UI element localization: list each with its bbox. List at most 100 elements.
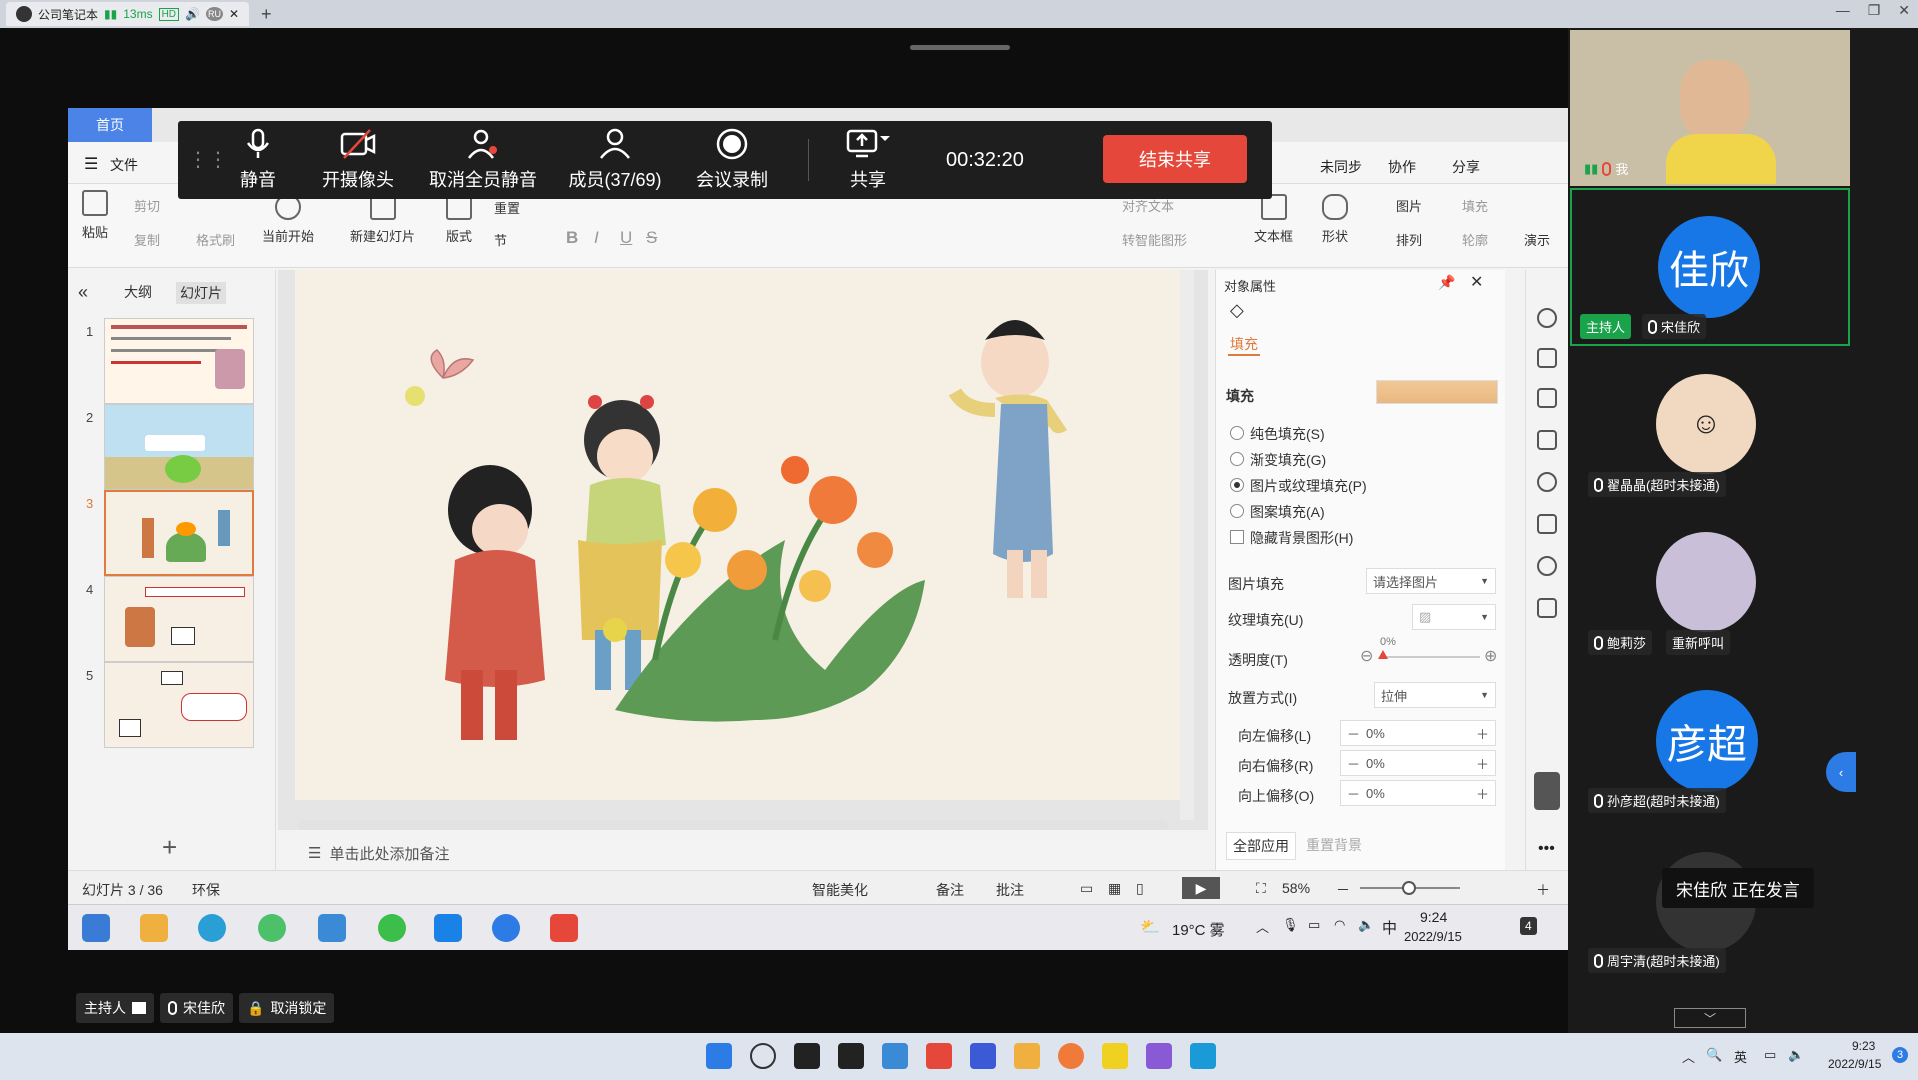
sync-status[interactable]: 未同步 xyxy=(1320,157,1362,177)
tab-home[interactable]: 首页 xyxy=(68,108,152,142)
mute-button[interactable]: 静音 xyxy=(218,121,298,199)
participant-tile[interactable]: ☺ 翟晶晶(超时未接通) xyxy=(1570,348,1850,504)
grid-view-icon[interactable]: ▦ xyxy=(1108,880,1121,897)
picture-fill-dropdown[interactable]: 请选择图片 ▼ xyxy=(1366,568,1496,594)
unmute-all-button[interactable]: 取消全员静音 xyxy=(418,121,548,199)
format-painter-button[interactable]: 格式刷 xyxy=(196,230,235,249)
end-share-button[interactable]: 结束共享 xyxy=(1103,135,1247,183)
plus-icon[interactable]: ＋ xyxy=(1476,724,1489,743)
edge-icon[interactable] xyxy=(198,914,226,942)
mail-icon[interactable] xyxy=(318,914,346,942)
add-slide-button[interactable]: + xyxy=(162,832,177,863)
record-button[interactable]: 会议录制 xyxy=(682,121,782,199)
zoom-out-icon[interactable]: － xyxy=(1336,880,1350,900)
picture-button[interactable]: 图片 xyxy=(1396,196,1422,215)
scroll-down-icon[interactable]: ﹀ xyxy=(1674,1008,1746,1028)
windows-start-icon[interactable] xyxy=(706,1043,732,1069)
meeting-app-icon[interactable] xyxy=(434,914,462,942)
section-button[interactable]: 节 xyxy=(494,230,507,249)
shapes-button[interactable]: 形状 xyxy=(1322,194,1348,245)
radio-solid-fill[interactable] xyxy=(1230,426,1244,440)
radio-picture-fill[interactable] xyxy=(1230,478,1244,492)
collab-button[interactable]: 协作 xyxy=(1388,157,1416,177)
horizontal-scrollbar[interactable] xyxy=(298,820,1168,830)
camera-button[interactable]: 开摄像头 xyxy=(308,121,408,199)
slide-thumb-2[interactable] xyxy=(104,404,254,490)
plus-icon[interactable]: ＋ xyxy=(1476,754,1489,773)
zoom-in-icon[interactable]: ＋ xyxy=(1536,880,1550,900)
radio-pattern-fill[interactable] xyxy=(1230,504,1244,518)
file-explorer-icon[interactable] xyxy=(140,914,168,942)
wifi-icon[interactable]: ◠ xyxy=(1334,917,1345,933)
recall-button[interactable]: 重新呼叫 xyxy=(1666,630,1731,655)
tray-chevron-icon[interactable]: ︿ xyxy=(1682,1047,1695,1066)
tencent-meeting-icon[interactable] xyxy=(492,914,520,942)
tab-fill[interactable]: 填充 xyxy=(1230,334,1258,354)
normal-view-icon[interactable]: ▭ xyxy=(1080,880,1093,897)
ime-indicator[interactable]: 英 xyxy=(1734,1047,1747,1066)
unlock-button[interactable]: 🔒 取消锁定 xyxy=(239,993,335,1023)
speaker-icon[interactable]: 🔊 xyxy=(185,7,200,21)
restore-icon[interactable]: ❐ xyxy=(1868,2,1881,19)
start-icon[interactable] xyxy=(82,914,110,942)
zoom-thumb[interactable] xyxy=(1402,881,1416,895)
minus-icon[interactable]: － xyxy=(1347,724,1360,743)
bold-button[interactable]: B xyxy=(566,228,578,248)
transparency-slider[interactable] xyxy=(1380,656,1480,658)
transparency-thumb[interactable] xyxy=(1378,650,1388,659)
fill-tab-icon[interactable]: ◇ xyxy=(1230,300,1244,321)
drag-handle[interactable] xyxy=(910,45,1010,50)
texture-fill-dropdown[interactable]: ▨ ▼ xyxy=(1412,604,1496,630)
beautify-button[interactable]: 智能美化 xyxy=(812,880,868,900)
layout-button[interactable]: 版式 xyxy=(446,194,472,245)
animation-icon[interactable] xyxy=(1537,308,1557,328)
volume-icon[interactable]: 🔈 xyxy=(1358,917,1374,933)
star-icon[interactable] xyxy=(1537,388,1557,408)
share-doc-button[interactable]: 分享 xyxy=(1452,157,1480,177)
outline-button[interactable]: 轮廓 xyxy=(1462,230,1488,249)
slides-icon[interactable] xyxy=(1537,430,1557,450)
minimize-icon[interactable]: — xyxy=(1836,2,1850,19)
collapse-panel-icon[interactable]: « xyxy=(78,282,88,303)
picture-icon[interactable] xyxy=(1537,514,1557,534)
close-icon[interactable]: ✕ xyxy=(1898,2,1910,19)
participant-tile-host[interactable]: 佳欣 主持人 宋佳欣 xyxy=(1570,188,1850,346)
fill-color-swatch[interactable] xyxy=(1376,380,1498,404)
firefox-icon[interactable] xyxy=(1058,1043,1084,1069)
notes-button[interactable]: 备注 xyxy=(936,880,964,900)
wechat-icon[interactable] xyxy=(258,914,286,942)
terminal-icon[interactable] xyxy=(794,1043,820,1069)
menu-icon[interactable]: ☰ xyxy=(84,154,98,174)
remote-desktop-icon[interactable] xyxy=(1190,1043,1216,1069)
save-icon[interactable] xyxy=(970,1043,996,1069)
help-icon[interactable] xyxy=(1537,472,1557,492)
box-icon[interactable] xyxy=(1537,598,1557,618)
decrease-icon[interactable]: ⊖ xyxy=(1360,646,1373,666)
play-slideshow-button[interactable]: ▶ xyxy=(1182,877,1220,899)
strike-button[interactable]: S xyxy=(646,228,657,248)
smart-shape-button[interactable]: 转智能图形 xyxy=(1122,230,1187,249)
present-button[interactable]: 演示 xyxy=(1524,230,1550,249)
underline-button[interactable]: U xyxy=(620,228,632,248)
participant-tile[interactable]: 彦超 孙彦超(超时未接通) xyxy=(1570,664,1850,820)
reset-bg-button[interactable]: 重置背景 xyxy=(1300,832,1368,858)
vertical-scrollbar[interactable] xyxy=(1180,270,1194,820)
paste-button[interactable]: 粘贴 xyxy=(82,190,108,241)
office-icon[interactable] xyxy=(926,1043,952,1069)
placement-dropdown[interactable]: 拉伸 ▼ xyxy=(1374,682,1496,708)
notion-icon[interactable] xyxy=(838,1043,864,1069)
search-tray-icon[interactable]: 🔍 xyxy=(1706,1047,1722,1063)
close-tab-icon[interactable]: ✕ xyxy=(229,7,239,21)
display-icon[interactable]: ▭ xyxy=(1764,1047,1776,1063)
new-slide-button[interactable]: 新建幻灯片 xyxy=(350,194,415,245)
ime-indicator[interactable]: 中 xyxy=(1382,917,1397,938)
participant-tile[interactable]: 鲍莉莎 重新呼叫 xyxy=(1570,506,1850,662)
apply-all-button[interactable]: 全部应用 xyxy=(1226,832,1296,860)
battery-icon[interactable]: ▭ xyxy=(1308,917,1320,933)
slide-canvas[interactable] xyxy=(295,270,1180,800)
offset-left-stepper[interactable]: － 0% ＋ xyxy=(1340,720,1496,746)
plus-icon[interactable]: ＋ xyxy=(1476,784,1489,803)
reset-button[interactable]: 重置 xyxy=(494,198,520,217)
radio-gradient-fill[interactable] xyxy=(1230,452,1244,466)
italic-button[interactable]: I xyxy=(594,228,599,248)
